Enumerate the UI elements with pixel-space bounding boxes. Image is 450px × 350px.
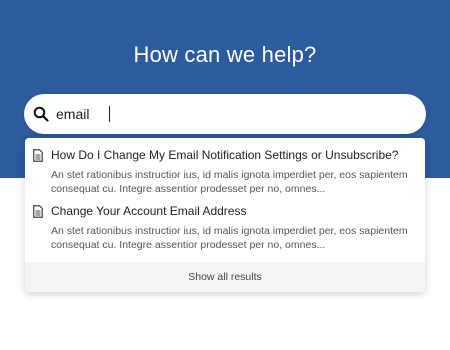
result-title[interactable]: Change Your Account Email Address [51, 204, 421, 218]
result-snippet: An stet rationibus instructior ius, id m… [51, 169, 408, 195]
document-icon [33, 205, 43, 218]
show-all-results-button[interactable]: Show all results [25, 262, 425, 292]
search-input[interactable] [56, 102, 396, 126]
document-icon [33, 149, 43, 162]
result-title[interactable]: How Do I Change My Email Notification Se… [51, 148, 421, 162]
page-title: How can we help? [133, 42, 317, 67]
search-results-dropdown: How Do I Change My Email Notification Se… [25, 138, 425, 292]
text-caret [109, 106, 110, 122]
result-snippet: An stet rationibus instructior ius, id m… [51, 225, 408, 251]
search-box[interactable] [24, 94, 426, 134]
search-icon [33, 106, 49, 122]
